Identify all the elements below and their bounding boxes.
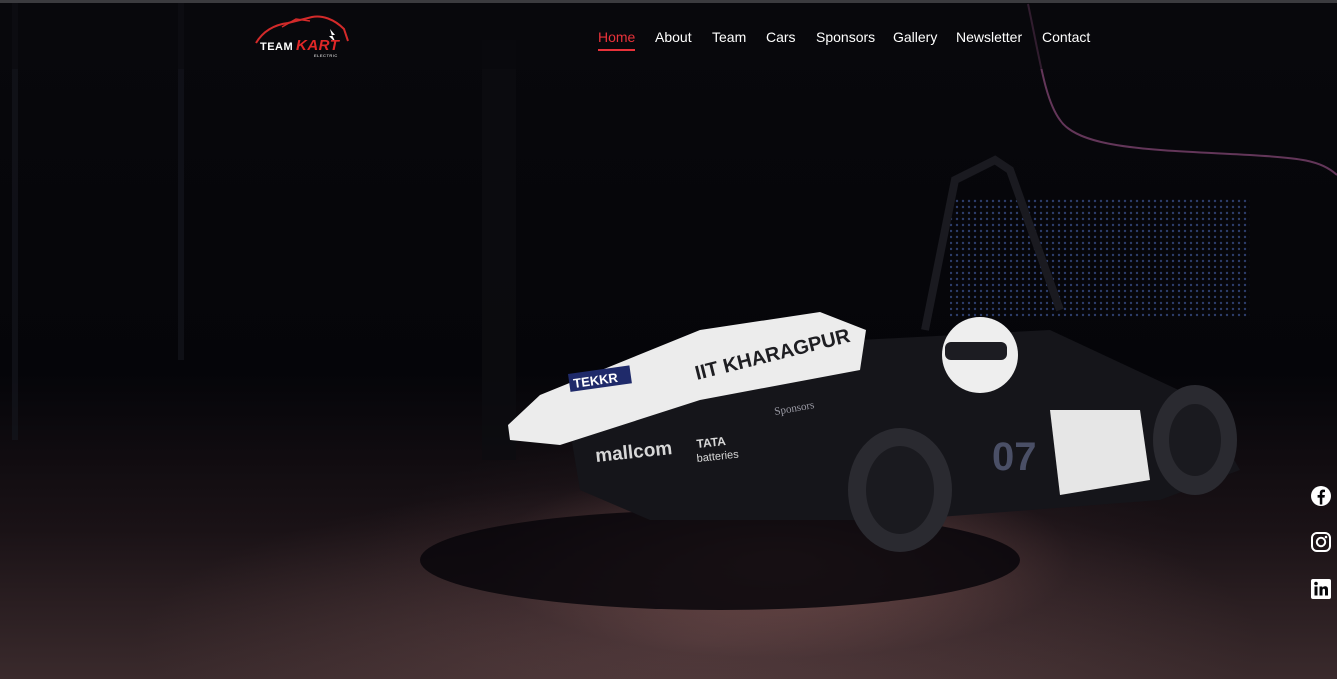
- nav-cars[interactable]: Cars: [766, 29, 796, 49]
- nav-about[interactable]: About: [655, 29, 692, 49]
- nav-contact[interactable]: Contact: [1042, 29, 1090, 49]
- race-car-photo: IIT KHARAGPUR TEKKR mallcom TATA batteri…: [12, 0, 1337, 610]
- nav-home[interactable]: Home: [598, 29, 636, 51]
- team-kart-logo[interactable]: TEAM KART ELECTRIC: [252, 13, 352, 61]
- facebook-icon[interactable]: [1310, 485, 1332, 507]
- navbar: TEAM KART ELECTRIC Home About Team Cars …: [0, 3, 1337, 69]
- nav-newsletter[interactable]: Newsletter: [956, 29, 1022, 49]
- instagram-icon[interactable]: [1310, 531, 1332, 553]
- nav-gallery[interactable]: Gallery: [893, 29, 937, 49]
- linkedin-icon[interactable]: [1310, 578, 1332, 600]
- logo-kart-text: KART: [296, 37, 340, 54]
- nav-team[interactable]: Team: [712, 29, 746, 49]
- hero-background: IIT KHARAGPUR TEKKR mallcom TATA batteri…: [0, 0, 1337, 679]
- car-number: 07: [992, 435, 1037, 479]
- logo-team-text: TEAM: [260, 41, 294, 53]
- logo-electric-text: ELECTRIC: [314, 53, 338, 58]
- nav-sponsors[interactable]: Sponsors: [816, 29, 875, 49]
